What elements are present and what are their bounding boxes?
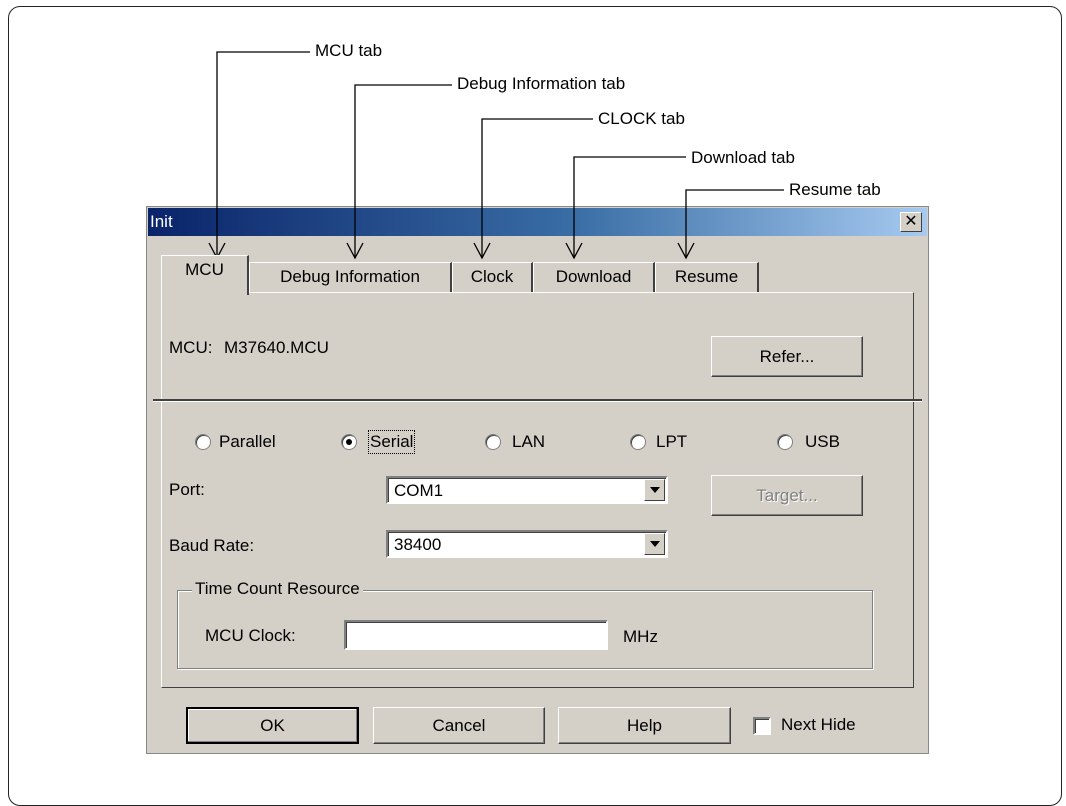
- refer-button-label: Refer...: [759, 347, 815, 366]
- time-count-resource-group: Time Count Resource MCU Clock: MHz: [177, 579, 873, 669]
- port-value: COM1: [394, 481, 444, 500]
- target-button-label: Target...: [756, 486, 818, 505]
- debug-callout-arrow: [354, 84, 452, 258]
- mcu-file-value: M37640.MCU: [224, 338, 329, 357]
- tab-label: MCU: [185, 260, 224, 279]
- radio-usb-label: USB: [805, 432, 840, 451]
- port-select[interactable]: COM1: [386, 476, 668, 504]
- resume-callout-arrow: [685, 189, 784, 258]
- chevron-down-icon[interactable]: [644, 533, 665, 555]
- radio-parallel[interactable]: [195, 434, 211, 450]
- mcu-callout-arrow: [216, 51, 310, 258]
- radio-lan-label: LAN: [512, 432, 546, 451]
- baud-rate-value: 38400: [394, 535, 442, 554]
- radio-parallel-label: Parallel: [219, 432, 276, 451]
- baud-rate-select[interactable]: 38400: [386, 530, 668, 558]
- radio-lan[interactable]: [485, 434, 501, 450]
- radio-lpt[interactable]: [630, 434, 646, 450]
- clock-callout-arrow: [481, 118, 593, 258]
- refer-button[interactable]: Refer...: [711, 336, 863, 377]
- target-button[interactable]: Target...: [711, 475, 863, 516]
- mcu-label: MCU:: [169, 338, 213, 357]
- baud-rate-label: Baud Rate:: [169, 536, 255, 555]
- mcu-clock-label: MCU Clock:: [205, 626, 296, 645]
- mhz-unit-label: MHz: [623, 627, 658, 646]
- radio-serial-label: Serial: [367, 430, 416, 454]
- radio-usb[interactable]: [777, 434, 793, 450]
- tab-mcu[interactable]: MCU: [161, 255, 249, 295]
- group-title: Time Count Resource: [192, 579, 363, 599]
- chevron-down-icon[interactable]: [644, 479, 665, 501]
- radio-lpt-label: LPT: [656, 432, 688, 451]
- radio-serial[interactable]: [341, 434, 357, 450]
- section-separator: [153, 399, 922, 402]
- mcu-clock-input[interactable]: [344, 620, 608, 650]
- port-label: Port:: [169, 480, 205, 499]
- download-callout-arrow: [573, 156, 686, 258]
